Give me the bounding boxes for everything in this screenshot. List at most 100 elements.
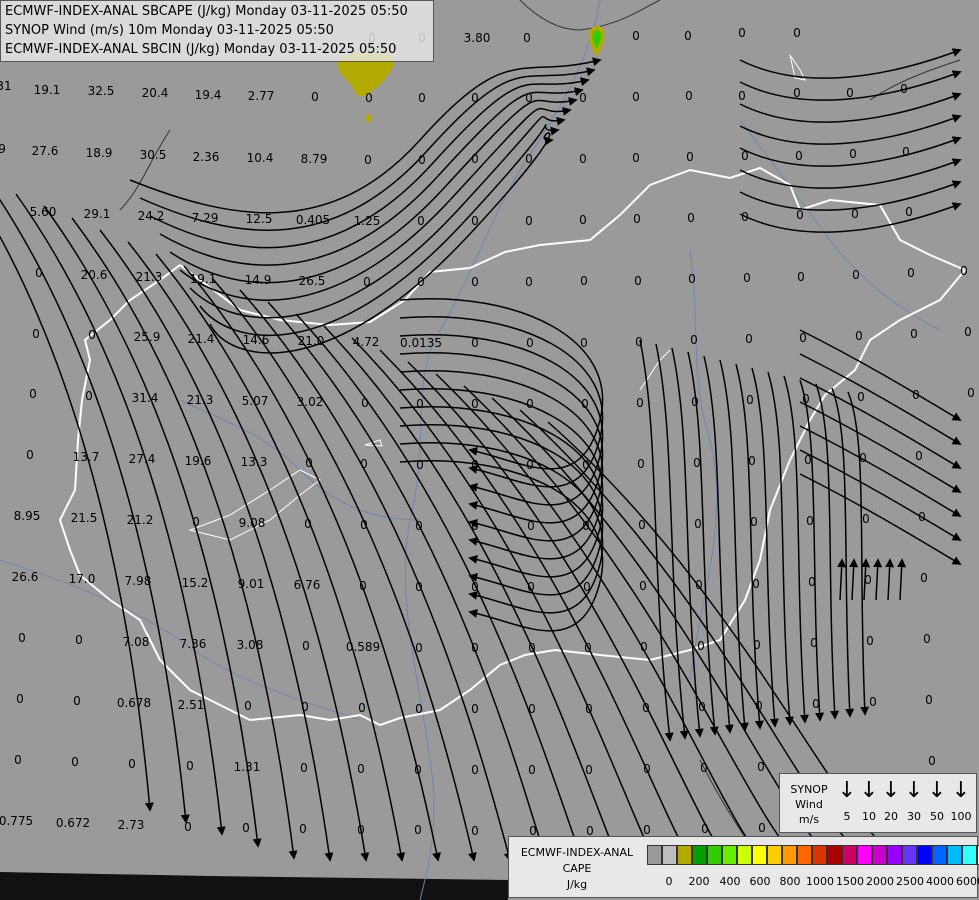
cape-value-label: 0 (866, 634, 874, 648)
cape-value-label: 0 (300, 761, 308, 775)
cape-value-label: 0 (528, 641, 536, 655)
cape-value-label: 0 (579, 91, 587, 105)
cape-value-label: 20.4 (142, 86, 169, 100)
cape-legend-title: ECMWF-INDEX-ANAL CAPE J/kg (513, 845, 641, 893)
cape-swatch (947, 845, 962, 865)
cape-value-label: 29.1 (84, 207, 111, 221)
cape-value-label: 0 (795, 149, 803, 163)
cape-value-label: 0 (864, 573, 872, 587)
cape-value-label: 27.6 (32, 144, 59, 158)
cape-value-label: 0 (242, 821, 250, 835)
cape-tick-label: 600 (749, 875, 771, 888)
cape-value-label: 0 (525, 91, 533, 105)
cape-value-label: 1.25 (354, 214, 381, 228)
cape-value-label: 0 (852, 268, 860, 282)
cape-value-label: 0 (686, 150, 694, 164)
cape-value-label: 0 (525, 152, 533, 166)
cape-tick-label: 200 (688, 875, 710, 888)
cape-swatch (827, 845, 842, 865)
cape-value-label: 0 (964, 325, 972, 339)
map-title-box: ECMWF-INDEX-ANAL SBCAPE (J/kg) Monday 03… (0, 0, 434, 62)
cape-tick-labels: 0 200 400 600 800 100015002000250040006000 (647, 875, 979, 889)
cape-value-label: 0 (755, 699, 763, 713)
cape-value-label: 0 (684, 29, 692, 43)
synop-speed-20: ↓ 20 (880, 780, 902, 824)
cape-value-label: 7.98 (125, 574, 152, 588)
cape-value-label: 0 (417, 275, 425, 289)
cape-legend-title-line1: ECMWF-INDEX-ANAL (520, 846, 634, 859)
cape-value-label: 0 (752, 577, 760, 591)
cape-value-label: 0 (640, 640, 648, 654)
cape-value-label: 0 (758, 821, 766, 835)
cape-value-label: 0 (643, 823, 651, 837)
cape-value-label: 0 (642, 701, 650, 715)
cape-value-label: 0 (869, 695, 877, 709)
cape-value-label: 0 (305, 456, 313, 470)
cape-value-label: 0 (960, 264, 968, 278)
synop-legend-title-line3: m/s (798, 813, 820, 826)
cape-value-label: 0 (417, 214, 425, 228)
cape-value-label: 1.31 (234, 760, 261, 774)
cape-value-label: 0 (523, 31, 531, 45)
cape-value-label: 0 (632, 29, 640, 43)
cape-value-label: 0 (14, 753, 22, 767)
cape-value-label: 0.678 (117, 696, 151, 710)
cape-value-label: 0 (585, 702, 593, 716)
cape-value-label: 0 (415, 641, 423, 655)
cape-value-label: 0 (471, 397, 479, 411)
cape-value-label: 13.7 (73, 450, 100, 464)
cape-value-label: 0 (748, 454, 756, 468)
cape-value-label: 0 (808, 575, 816, 589)
cape-value-label: 7.36 (180, 637, 207, 651)
cape-value-label: 0 (738, 26, 746, 40)
cape-value-label: 0 (700, 761, 708, 775)
cape-value-label: 0 (695, 578, 703, 592)
cape-value-label: 0 (18, 631, 26, 645)
cape-value-label: 0 (301, 700, 309, 714)
cape-value-label: 5.07 (242, 394, 269, 408)
cape-swatch (692, 845, 707, 865)
cape-value-label: 26.6 (12, 570, 39, 584)
synop-speed-label: 50 (930, 810, 944, 823)
synop-speed-100: ↓ 100 (950, 778, 972, 824)
cape-value-label: 3.02 (297, 395, 324, 409)
cape-value-label: 0 (925, 693, 933, 707)
synop-speed-label: 30 (907, 810, 921, 823)
cape-value-label: 0 (685, 89, 693, 103)
cape-swatch (707, 845, 722, 865)
cape-value-label: 0 (690, 333, 698, 347)
cape-color-swatches (647, 845, 979, 865)
cape-value-label: 31.4 (132, 391, 159, 405)
cape-swatch (752, 845, 767, 865)
cape-value-label: 0 (793, 26, 801, 40)
cape-value-label: 0 (360, 518, 368, 532)
synop-speed-label: 20 (884, 810, 898, 823)
cape-value-label: 0 (365, 91, 373, 105)
cape-value-label: 0 (88, 328, 96, 342)
cape-value-label: 0 (738, 89, 746, 103)
cape-value-label: 0.589 (346, 640, 380, 654)
cape-value-label: 0 (741, 149, 749, 163)
cape-value-label: 20.6 (81, 268, 108, 282)
cape-value-label: 3.08 (237, 638, 264, 652)
cape-value-label: 0 (580, 336, 588, 350)
cape-value-label: 0 (802, 392, 810, 406)
cape-swatch (917, 845, 932, 865)
cape-value-label: 0 (579, 213, 587, 227)
cape-value-label: 2.73 (118, 818, 145, 832)
cape-value-label: 0 (73, 694, 81, 708)
cape-value-label: 24.2 (138, 209, 165, 223)
cape-value-label: 3.80 (464, 31, 491, 45)
cape-value-label: 0 (414, 763, 422, 777)
wind-arrow-icon: ↓ (951, 778, 971, 803)
cape-value-label: 0 (632, 151, 640, 165)
synop-speed-label: 100 (950, 810, 972, 823)
cape-value-label: 0 (849, 147, 857, 161)
cape-value-label: 0 (857, 390, 865, 404)
wind-arrow-icon: ↓ (859, 778, 879, 803)
cape-value-label: 4.72 (353, 335, 380, 349)
cape-value-label: 0 (637, 457, 645, 471)
cape-value-label: 0 (526, 458, 534, 472)
cape-value-label: 0 (635, 335, 643, 349)
cape-value-label: 0 (525, 275, 533, 289)
